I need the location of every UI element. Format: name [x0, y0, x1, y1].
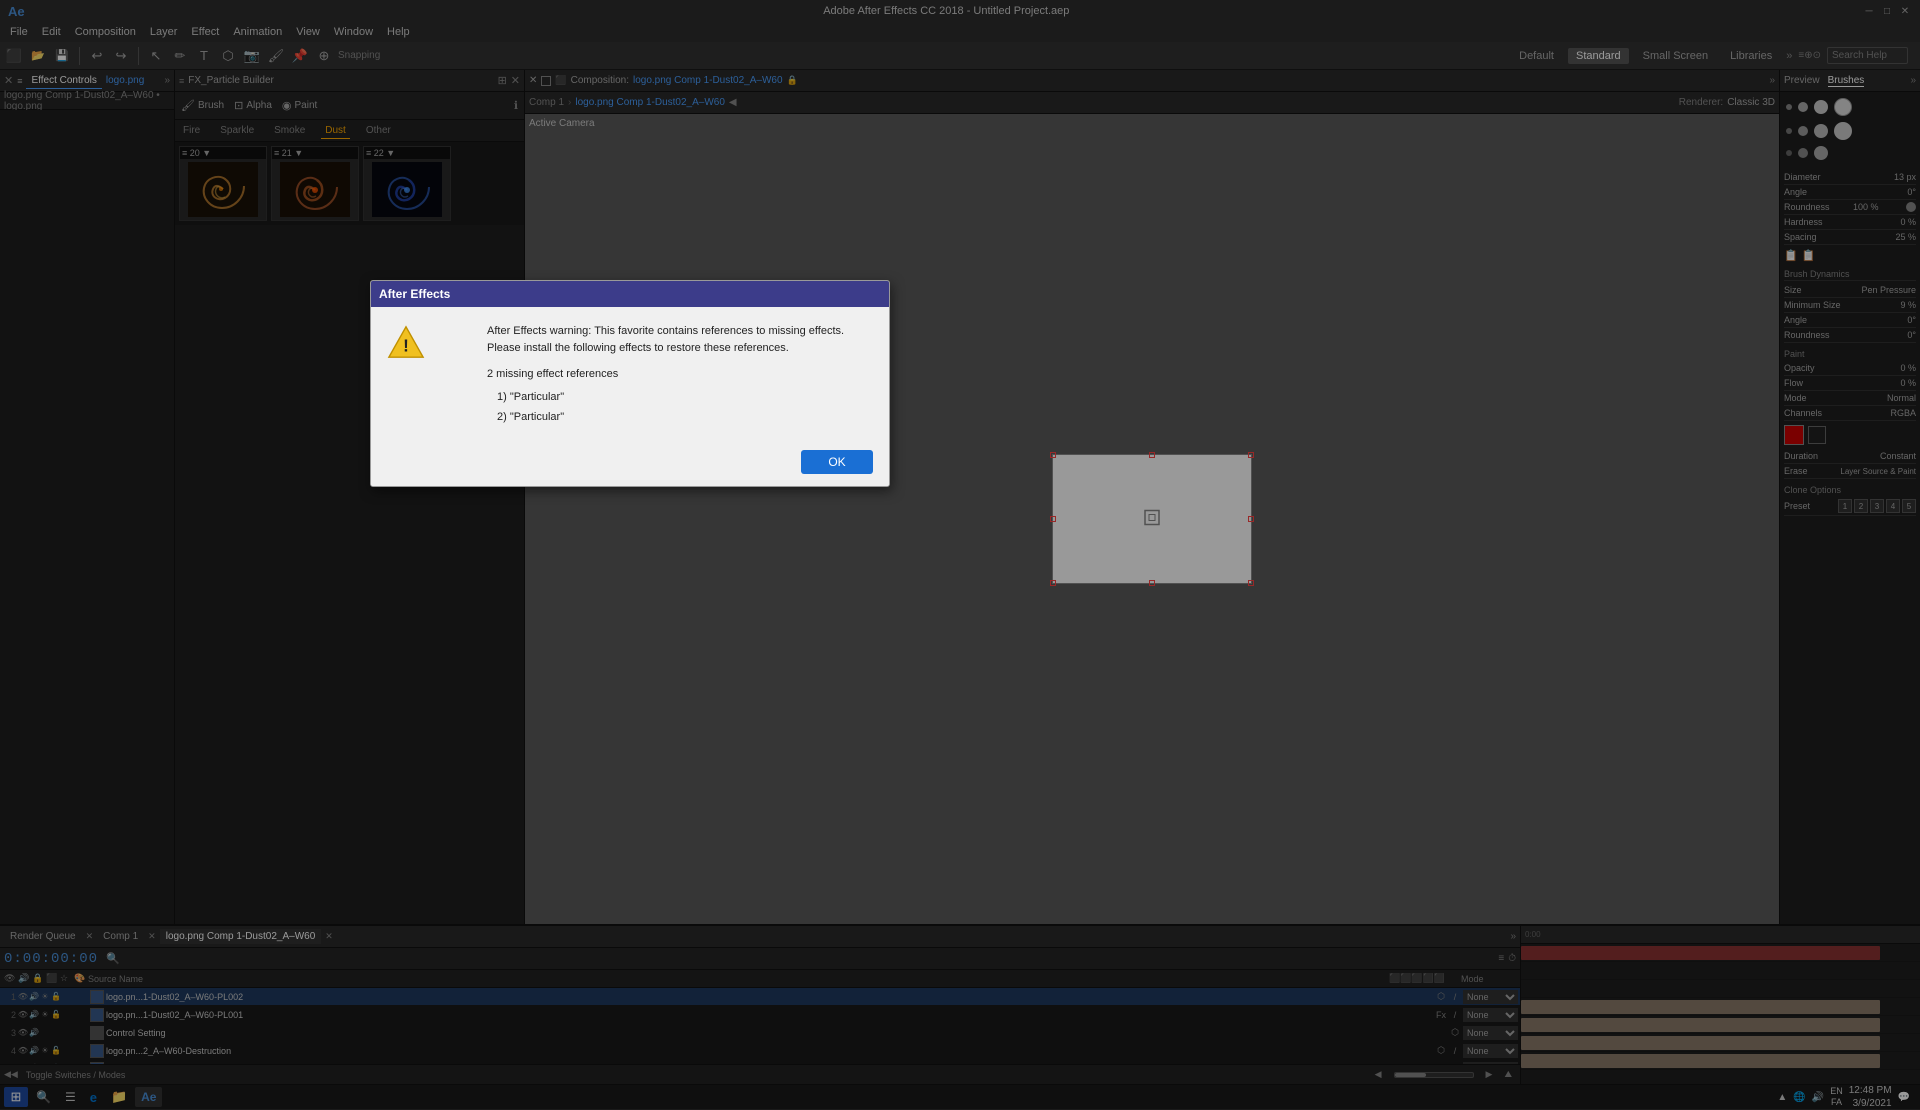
effect-2-name: "Particular": [510, 411, 564, 423]
dialog-titlebar: After Effects: [371, 281, 889, 307]
effect-1-num: 1): [497, 391, 507, 403]
dialog: After Effects ! After Effects warning: T…: [370, 280, 890, 487]
effect-2-num: 2): [497, 411, 507, 423]
dialog-warning-text: After Effects warning: This favorite con…: [487, 323, 873, 356]
dialog-body: ! After Effects warning: This favorite c…: [371, 307, 889, 442]
dialog-footer: OK: [371, 442, 889, 486]
dialog-missing-count: 2 missing effect references: [487, 366, 873, 383]
effect-1-name: "Particular": [510, 391, 564, 403]
svg-text:!: !: [403, 337, 409, 356]
dialog-content: ! After Effects warning: This favorite c…: [387, 323, 873, 426]
dialog-overlay: After Effects ! After Effects warning: T…: [0, 0, 1920, 1109]
dialog-text: After Effects warning: This favorite con…: [487, 323, 873, 426]
dialog-ok-button[interactable]: OK: [801, 450, 873, 474]
dialog-title: After Effects: [379, 287, 450, 301]
dialog-effect-2: 2) "Particular": [497, 409, 873, 426]
dialog-warning-icon: !: [387, 323, 425, 361]
dialog-effect-1: 1) "Particular": [497, 389, 873, 406]
